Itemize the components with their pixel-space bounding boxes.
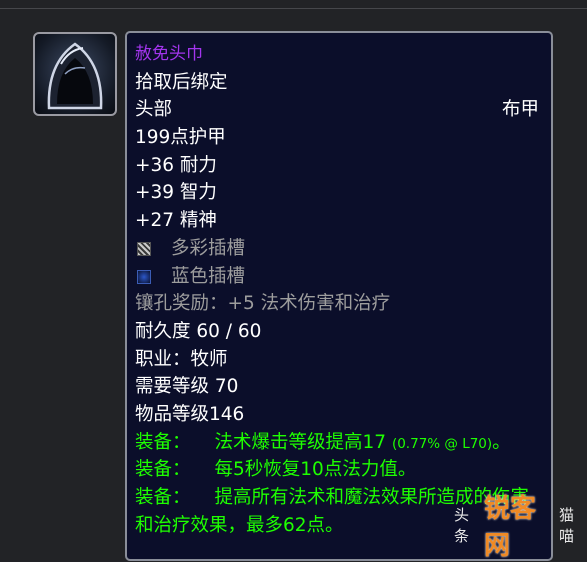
socket-blue: 蓝色插槽 xyxy=(135,263,543,291)
equip-prefix: 装备： xyxy=(135,431,191,453)
hood-icon[interactable] xyxy=(33,32,117,116)
bind-type: 拾取后绑定 xyxy=(135,71,228,93)
durability: 耐久度 60 / 60 xyxy=(135,320,262,342)
armor-type: 布甲 xyxy=(501,99,539,121)
stat-intellect: +39 智力 xyxy=(135,182,217,204)
socket-bonus: 镶孔奖励：+5 法术伤害和治疗 xyxy=(135,293,391,315)
equip-text: 每5秒恢复10点法力值。 xyxy=(214,459,417,481)
level-requirement: 需要等级 70 xyxy=(135,376,239,398)
watermark-logo: 锐客网 xyxy=(484,494,537,561)
watermark: 头条 锐客网 猫喵 xyxy=(454,494,587,561)
stat-spirit: +27 精神 xyxy=(135,210,217,232)
socket-label: 蓝色插槽 xyxy=(171,265,246,287)
socket-label: 多彩插槽 xyxy=(171,237,246,259)
blue-socket-icon xyxy=(137,269,151,284)
equip-prefix: 装备： xyxy=(135,459,191,481)
equip-suffix: 。 xyxy=(492,431,511,453)
armor-value: 199点护甲 xyxy=(135,127,226,149)
watermark-prefix: 头条 xyxy=(454,506,470,545)
slot-row: 头部 布甲 xyxy=(135,96,543,124)
equip-note: (0.77% @ L70) xyxy=(391,435,493,452)
equip-spell-crit: 装备： 法术爆击等级提高17 (0.77% @ L70)。 xyxy=(135,429,543,457)
item-level: 物品等级146 xyxy=(135,403,245,425)
equip-mana-regen: 装备： 每5秒恢复10点法力值。 xyxy=(135,456,543,484)
equip-prefix: 装备： xyxy=(135,487,191,508)
top-divider xyxy=(0,8,587,9)
watermark-suffix: 猫喵 xyxy=(558,506,574,545)
equip-text: 法术爆击等级提高17 xyxy=(214,431,387,453)
item-tooltip: 赦免头巾 拾取后绑定 头部 布甲 199点护甲 +36 耐力 +39 智力 +2… xyxy=(125,31,553,561)
slot-label: 头部 xyxy=(135,99,173,121)
prismatic-socket-icon xyxy=(137,241,151,256)
socket-prismatic: 多彩插槽 xyxy=(135,235,543,263)
stat-stamina: +36 耐力 xyxy=(135,154,217,176)
item-name: 赦免头巾 xyxy=(135,44,203,64)
class-requirement: 职业：牧师 xyxy=(135,348,228,370)
